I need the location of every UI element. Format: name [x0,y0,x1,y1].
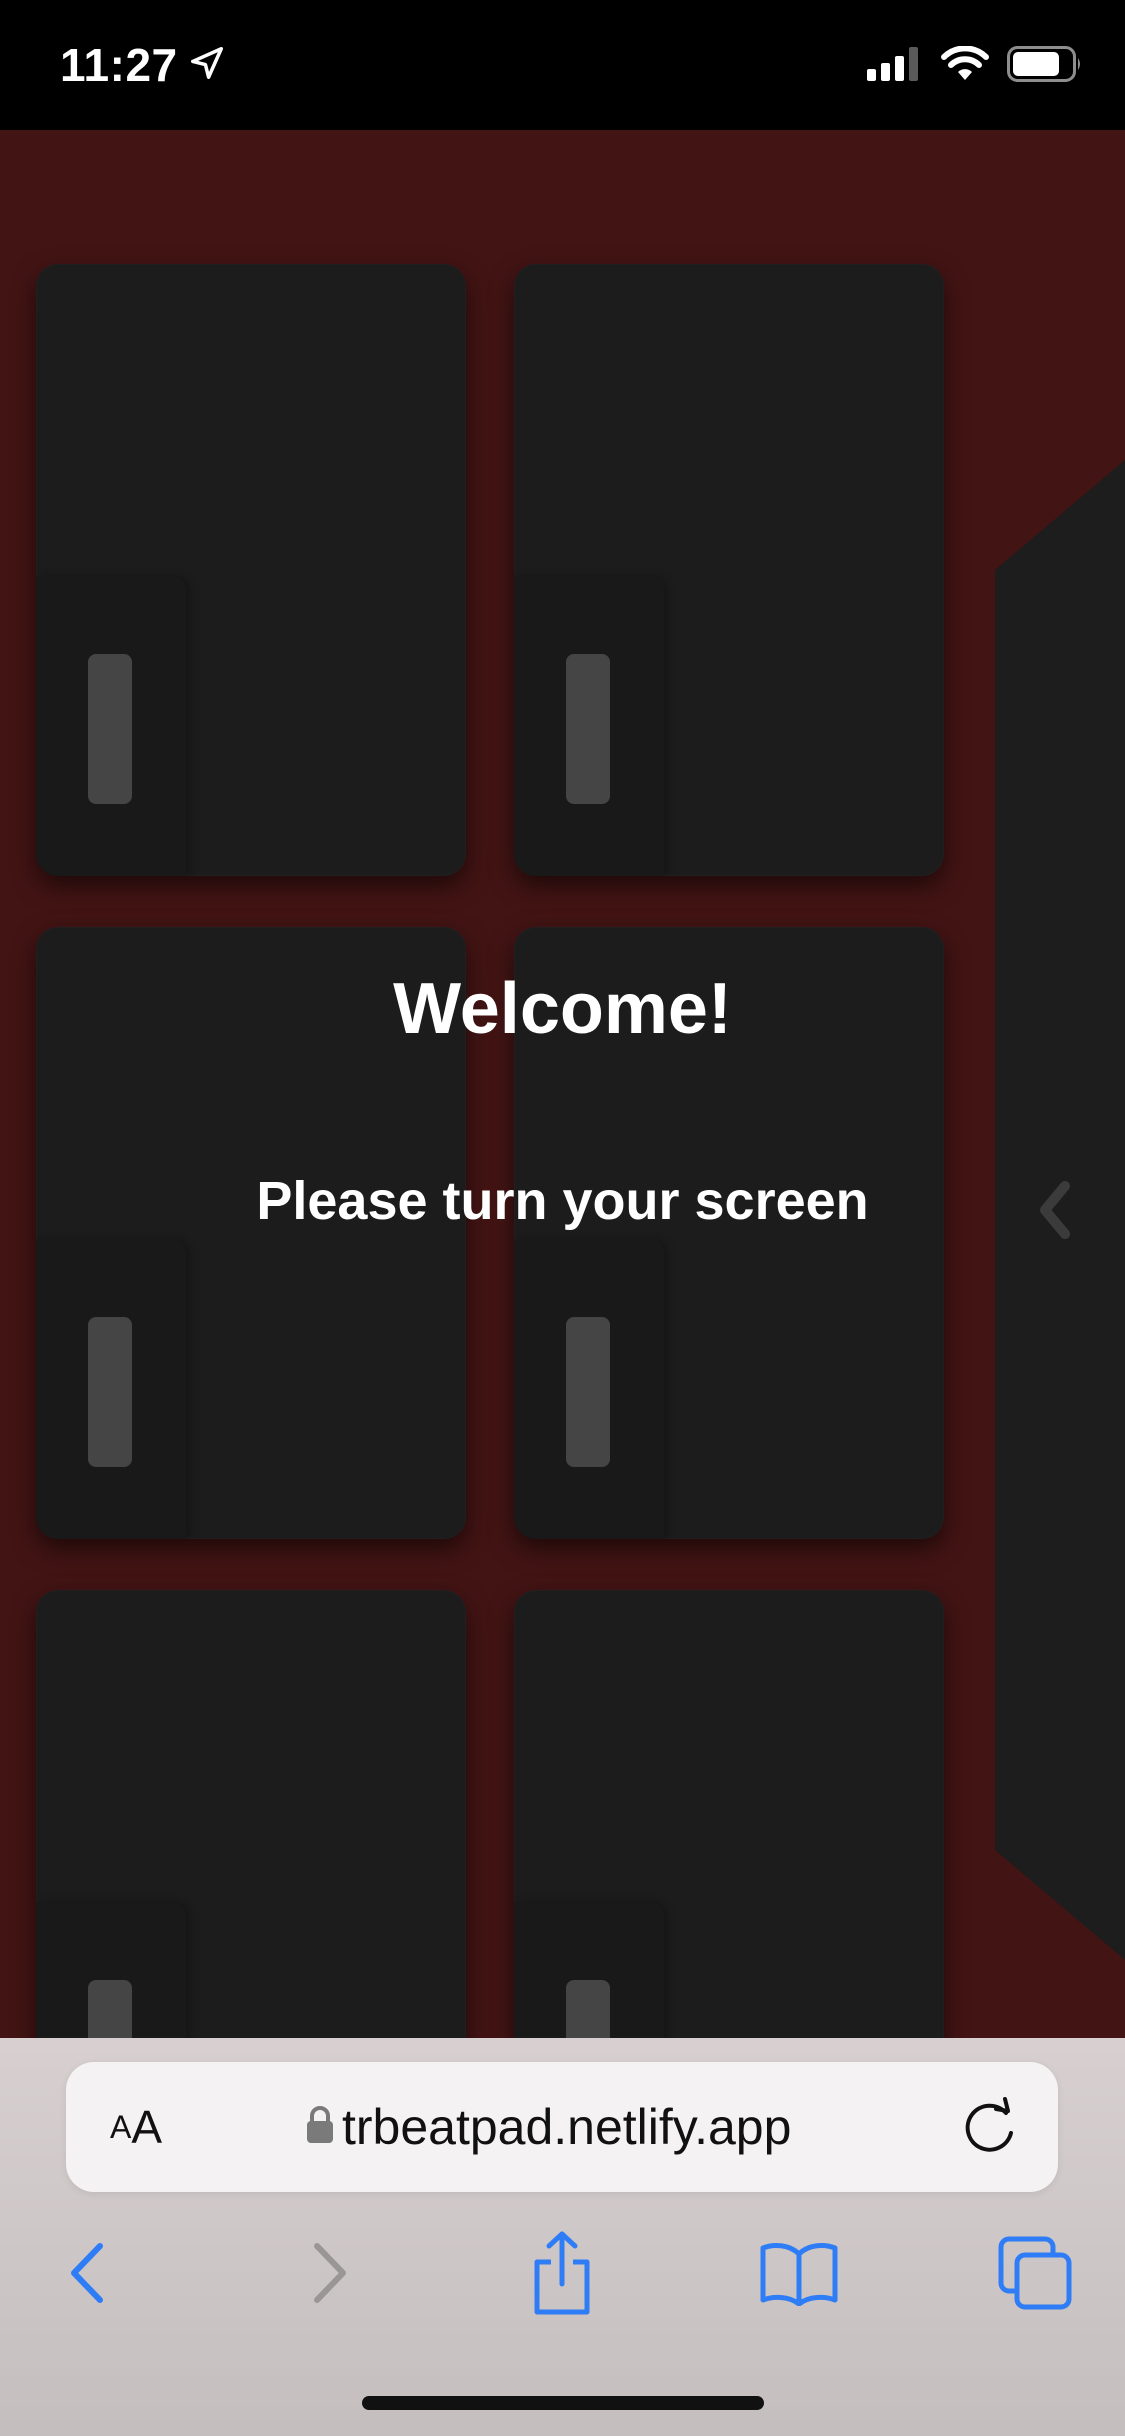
forward-icon[interactable] [285,2228,375,2318]
beat-pad[interactable] [36,1590,466,2038]
pad-indicator [566,654,610,804]
pad-panel [514,576,664,876]
status-bar: 11:27 [0,0,1125,130]
location-arrow-icon [188,44,226,87]
status-time-group: 11:27 [60,38,226,92]
back-icon[interactable] [42,2228,132,2318]
lock-icon [306,2105,334,2149]
reload-icon[interactable] [958,2095,1022,2159]
url-text: trbeatpad.netlify.app [342,2099,792,2155]
status-icons [867,45,1083,87]
share-icon[interactable] [517,2228,607,2318]
url-display[interactable]: trbeatpad.netlify.app [306,2062,791,2192]
phone-screen: 11:27 Welcome! Please turn your screen A… [0,0,1125,2436]
pad-panel [36,1239,186,1539]
beat-pad[interactable] [514,264,944,876]
pad-panel [36,1902,186,2038]
browser-toolbar: A A trbeatpad.netlify.app [0,2038,1125,2436]
home-indicator [362,2396,764,2410]
beat-pad[interactable] [514,1590,944,2038]
pad-indicator [88,654,132,804]
pad-panel [514,1902,664,2038]
wifi-icon [941,45,989,87]
tabs-icon[interactable] [990,2228,1080,2318]
pad-indicator [88,1317,132,1467]
pad-indicator [566,1980,610,2038]
beat-pad[interactable] [36,264,466,876]
welcome-title: Welcome! [393,969,732,1049]
pad-panel [514,1239,664,1539]
text-size-button[interactable]: A A [110,2062,162,2192]
text-size-large: A [131,2101,163,2153]
web-page [0,130,1125,2038]
battery-icon [1007,46,1083,87]
cellular-signal-icon [867,47,923,86]
pad-indicator [88,1980,132,2038]
text-size-small: A [110,2108,132,2145]
pad-panel [36,576,186,876]
rotate-message: Please turn your screen [256,1171,869,1231]
bookmarks-icon[interactable] [754,2228,844,2318]
status-time: 11:27 [60,39,178,91]
pad-indicator [566,1317,610,1467]
address-bar[interactable]: A A trbeatpad.netlify.app [66,2062,1058,2192]
